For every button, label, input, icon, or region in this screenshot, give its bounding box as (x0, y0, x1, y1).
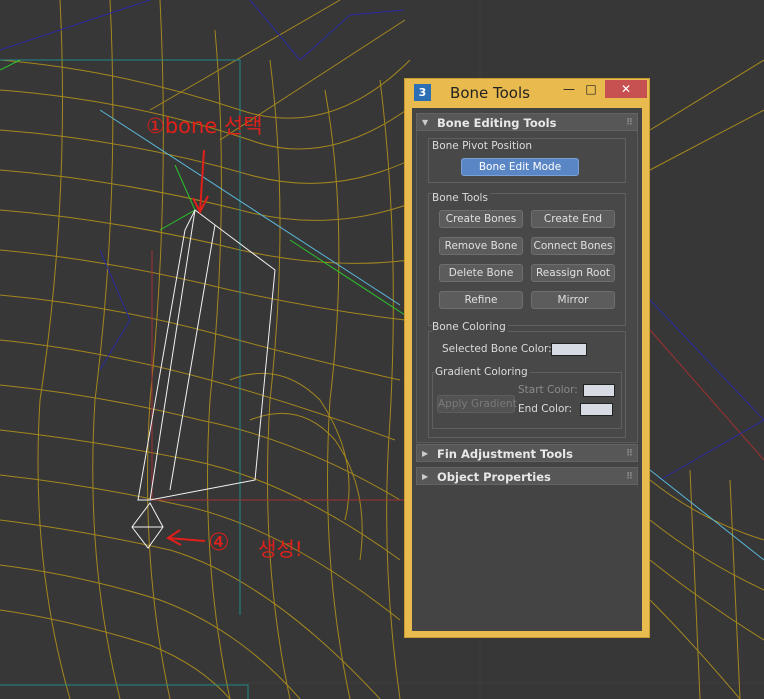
start-color-label: Start Color: (518, 384, 578, 396)
selected-bone-color-label: Selected Bone Color: (442, 343, 552, 355)
rollout-object-properties[interactable]: ▶ Object Properties ⠿ (416, 467, 638, 485)
selected-bone-color-swatch[interactable] (551, 343, 587, 356)
collapse-arrow-icon: ▼ (422, 118, 429, 127)
grip-icon: ⠿ (625, 449, 633, 459)
group-label-coloring: Bone Coloring (432, 321, 508, 333)
expand-arrow-icon: ▶ (422, 449, 429, 458)
annotation-step-4: ④ (208, 528, 230, 556)
end-color-swatch[interactable] (580, 403, 613, 416)
close-button[interactable]: ✕ (605, 80, 647, 98)
bone-edit-mode-button[interactable]: Bone Edit Mode (461, 158, 579, 176)
grip-icon: ⠿ (625, 472, 633, 482)
rollout-fin-adjustment-tools[interactable]: ▶ Fin Adjustment Tools ⠿ (416, 444, 638, 462)
remove-bone-button[interactable]: Remove Bone (439, 237, 523, 255)
bone-tools-panel: ▼ Bone Editing Tools ⠿ Bone Pivot Positi… (412, 108, 642, 631)
apply-gradient-button[interactable]: Apply Gradient (437, 395, 517, 413)
grip-icon: ⠿ (625, 118, 633, 128)
connect-bones-button[interactable]: Connect Bones (531, 237, 615, 255)
minimize-button[interactable]: — (558, 80, 580, 98)
mirror-button[interactable]: Mirror (531, 291, 615, 309)
delete-bone-button[interactable]: Delete Bone (439, 264, 523, 282)
create-end-button[interactable]: Create End (531, 210, 615, 228)
rollout-title: Bone Editing Tools (437, 116, 557, 130)
window-title: Bone Tools (450, 84, 530, 102)
expand-arrow-icon: ▶ (422, 472, 429, 481)
group-label-bone-tools: Bone Tools (432, 192, 490, 204)
end-color-label: End Color: (518, 403, 573, 415)
annotation-select-bone: ①bone 선택 (146, 114, 263, 138)
start-color-swatch[interactable] (583, 384, 615, 397)
group-label-pivot: Bone Pivot Position (432, 140, 533, 152)
title-bar[interactable]: 3 Bone Tools — □ ✕ (405, 79, 651, 108)
annotation-created: 생성! (258, 537, 303, 561)
reassign-root-button[interactable]: Reassign Root (531, 264, 615, 282)
maximize-button[interactable]: □ (580, 80, 602, 98)
rollout-title: Object Properties (437, 470, 551, 484)
create-bones-button[interactable]: Create Bones (439, 210, 523, 228)
app-icon: 3 (414, 84, 431, 101)
rollout-title: Fin Adjustment Tools (437, 447, 573, 461)
rollout-bone-editing-tools[interactable]: ▼ Bone Editing Tools ⠿ (416, 113, 638, 131)
bone-tools-window[interactable]: 3 Bone Tools — □ ✕ ▼ Bone Editing Tools … (404, 78, 650, 638)
bone-editing-body: Bone Pivot Position Bone Edit Mode Bone … (416, 131, 638, 443)
group-label-gradient: Gradient Coloring (435, 366, 530, 378)
refine-button[interactable]: Refine (439, 291, 523, 309)
